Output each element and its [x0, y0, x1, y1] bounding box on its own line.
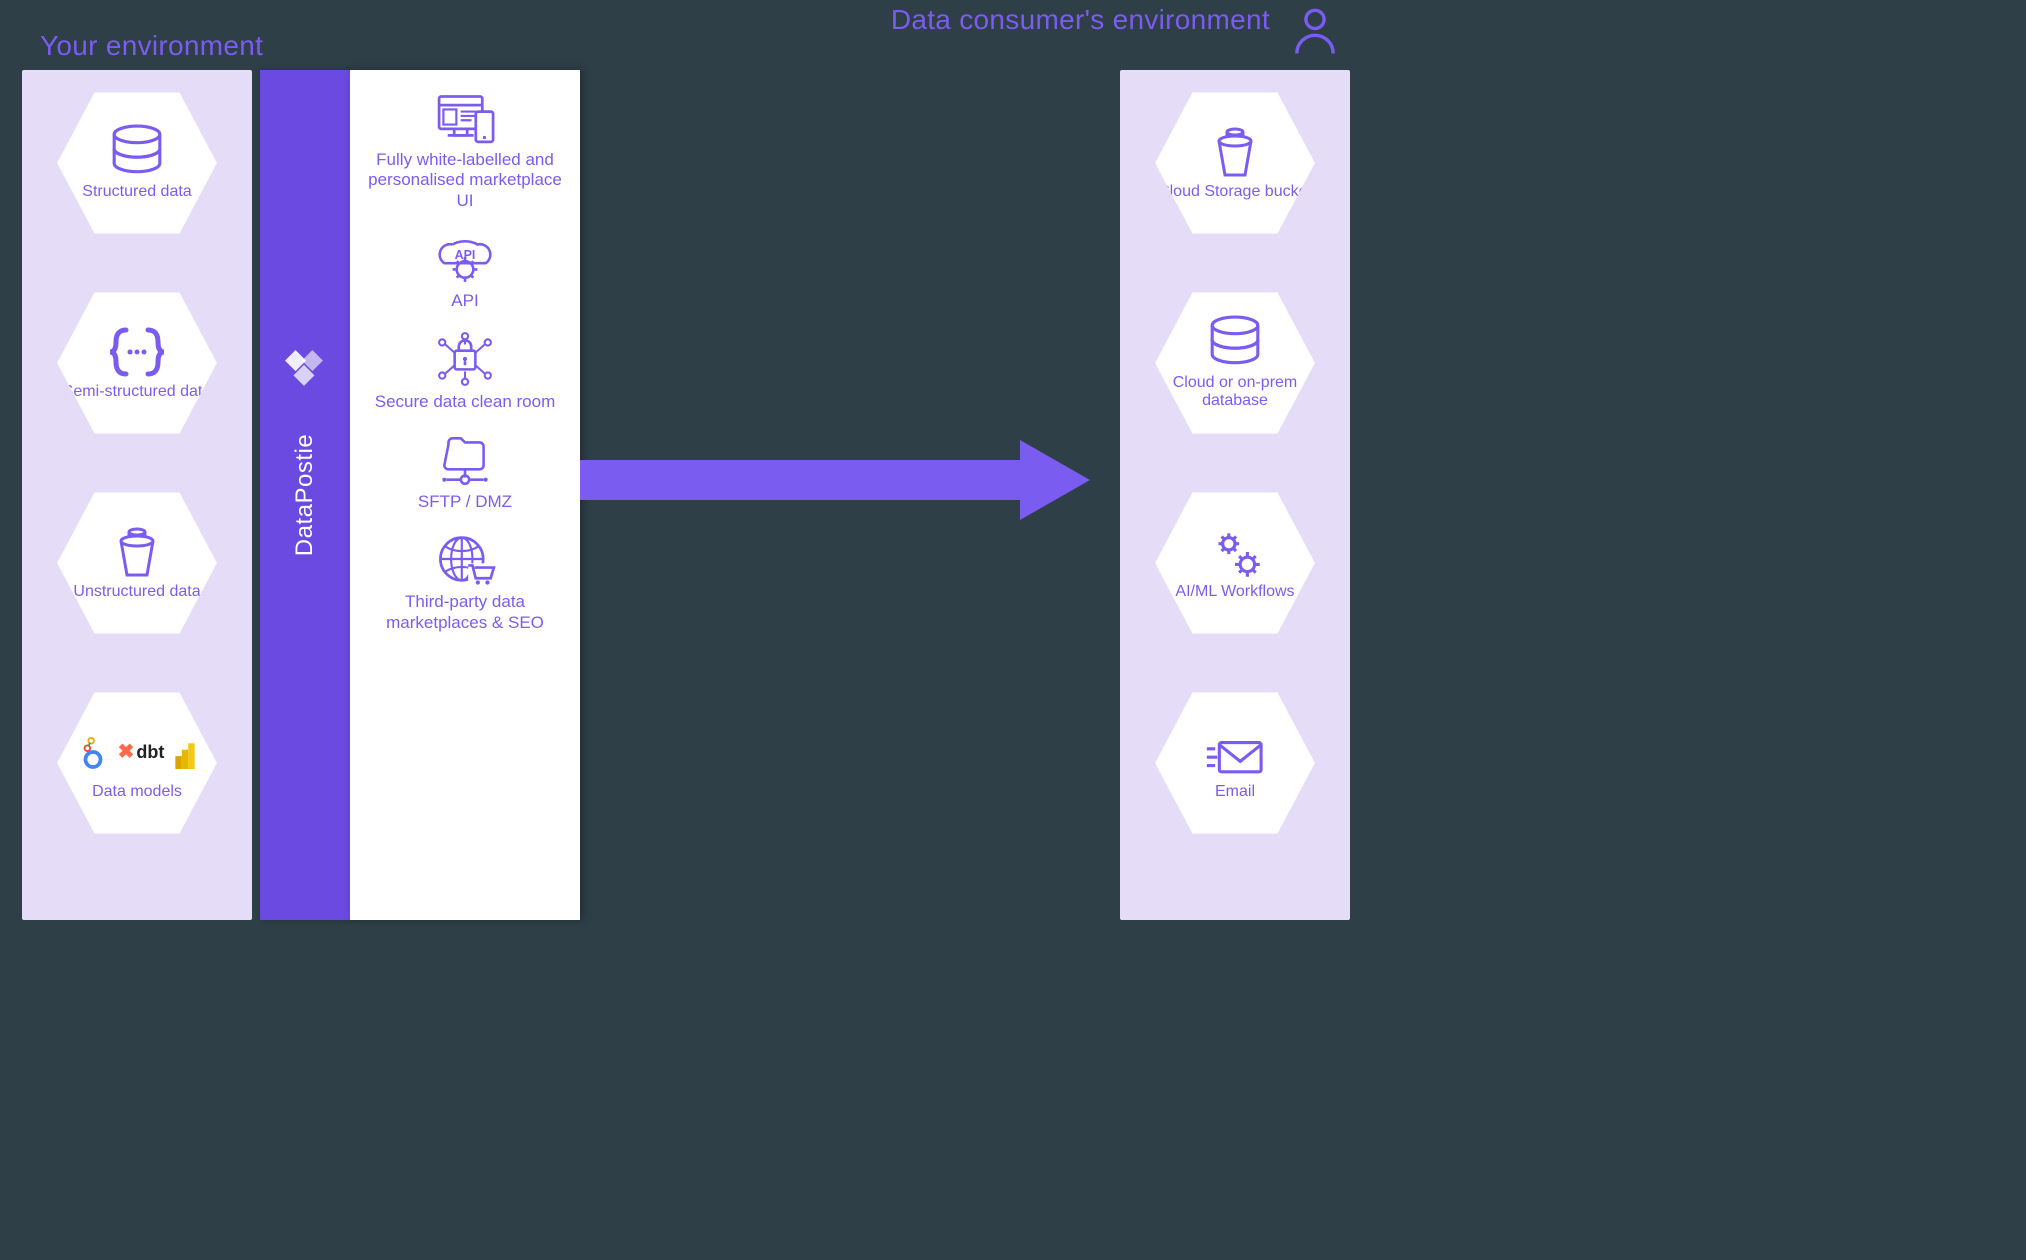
datapostie-logo-icon: [285, 350, 325, 388]
hex-label: AI/ML Workflows: [1175, 583, 1294, 601]
gears-icon: [1204, 525, 1266, 579]
output-label: Secure data clean room: [364, 392, 566, 412]
output-label: Third-party data marketplaces & SEO: [364, 592, 566, 633]
bucket-icon: [107, 525, 167, 579]
user-icon: [1290, 8, 1340, 58]
hex-cloud-bucket: Cloud Storage bucket: [1146, 88, 1324, 238]
output-clean-room: Secure data clean room: [350, 320, 580, 420]
column-outputs: Fully white-labelled and personalised ma…: [350, 70, 580, 920]
output-label: SFTP / DMZ: [364, 492, 566, 512]
devices-icon: [364, 86, 566, 148]
database-icon: [107, 125, 167, 179]
bucket-icon: [1205, 125, 1265, 179]
hex-data-models: ✖dbt Data models: [48, 688, 226, 838]
output-label: API: [364, 291, 566, 311]
hex-label: Unstructured data: [73, 583, 200, 601]
output-sftp: SFTP / DMZ: [350, 420, 580, 520]
database-icon: [1205, 316, 1265, 370]
hex-semi-structured-data: Semi-structured data: [48, 288, 226, 438]
datapostie-label: DataPostie: [291, 434, 319, 556]
hex-ai-ml: AI/ML Workflows: [1146, 488, 1324, 638]
output-marketplaces: Third-party data marketplaces & SEO: [350, 520, 580, 641]
cleanroom-icon: [364, 328, 566, 390]
tools-icon: ✖dbt: [77, 725, 197, 779]
globe-cart-icon: [364, 528, 566, 590]
output-api: API: [350, 219, 580, 319]
hex-structured-data: Structured data: [48, 88, 226, 238]
braces-icon: [106, 325, 168, 379]
hex-email: Email: [1146, 688, 1324, 838]
hex-label: Data models: [92, 783, 182, 801]
hex-label: Email: [1215, 783, 1255, 801]
email-icon: [1203, 725, 1267, 779]
hex-label: Cloud Storage bucket: [1158, 183, 1312, 201]
hex-label: Cloud or on-prem database: [1158, 374, 1312, 411]
title-consumer-environment: Data consumer's environment: [891, 5, 1270, 36]
hex-label: Semi-structured data: [63, 383, 212, 401]
flow-arrow: [580, 440, 1100, 520]
output-marketplace-ui: Fully white-labelled and personalised ma…: [350, 78, 580, 219]
panel-consumer-environment: Cloud Storage bucket Cloud or on-prem da…: [1120, 70, 1350, 920]
hex-unstructured-data: Unstructured data: [48, 488, 226, 638]
column-datapostie: DataPostie: [260, 70, 350, 920]
hex-database: Cloud or on-prem database: [1146, 288, 1324, 438]
hex-label: Structured data: [82, 183, 191, 201]
sftp-icon: [364, 428, 566, 490]
dbt-logo: ✖dbt: [118, 739, 165, 764]
title-your-environment: Your environment: [40, 30, 263, 62]
panel-your-environment: Structured data Semi-structured data Uns…: [22, 70, 252, 920]
output-label: Fully white-labelled and personalised ma…: [364, 150, 566, 211]
api-icon: [364, 227, 566, 289]
title-consumer-environment-text: Data consumer's environment: [891, 4, 1270, 35]
